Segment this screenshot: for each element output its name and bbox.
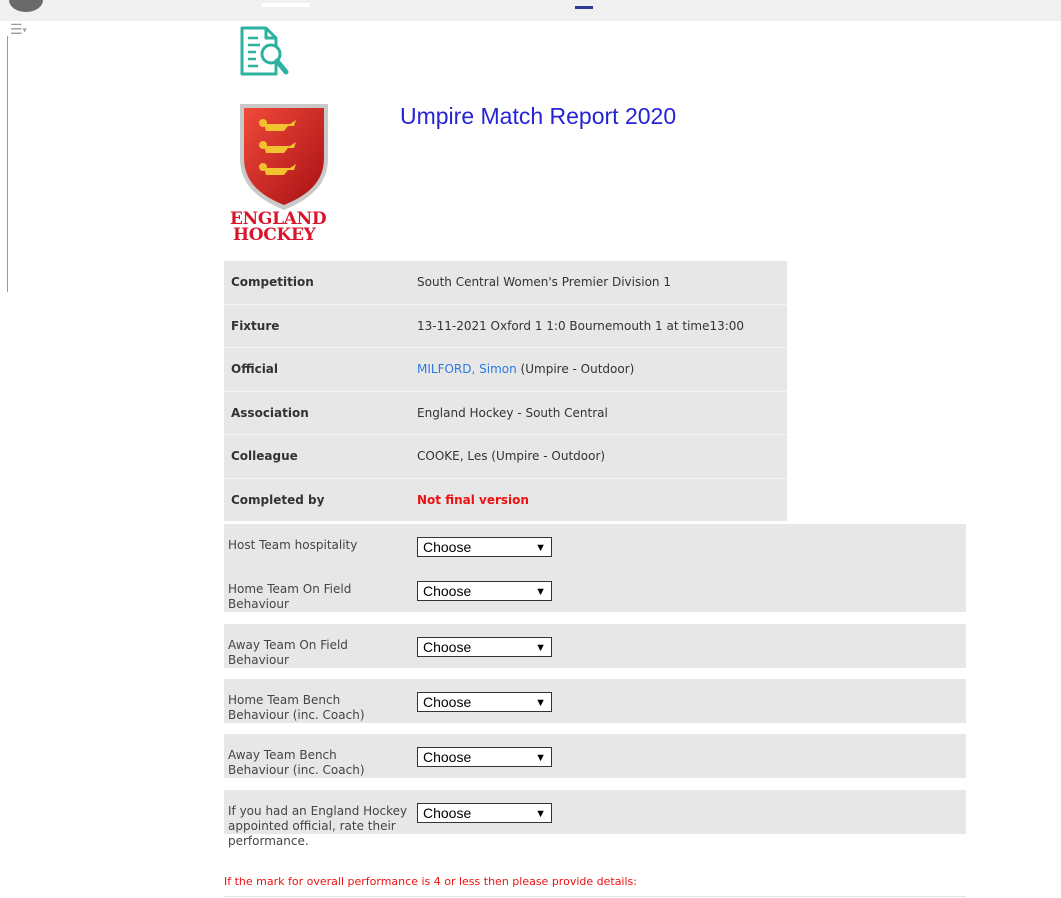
select-value: Choose bbox=[423, 639, 472, 655]
home-bench-behaviour-select[interactable]: Choose ▼ bbox=[417, 692, 552, 712]
question-home-bench-behaviour: Home Team Bench Behaviour (inc. Coach) C… bbox=[224, 679, 966, 723]
match-details-table: Competition South Central Women's Premie… bbox=[224, 261, 787, 521]
logo-text-hockey: HOCKEY bbox=[233, 225, 316, 245]
toolbar-tab[interactable] bbox=[262, 3, 310, 7]
away-field-behaviour-select[interactable]: Choose ▼ bbox=[417, 637, 552, 657]
details-label: Fixture bbox=[231, 318, 280, 333]
chevron-down-icon: ▼ bbox=[535, 542, 546, 554]
details-label: Official bbox=[231, 362, 279, 377]
select-value: Choose bbox=[423, 749, 472, 765]
chevron-down-icon: ▼ bbox=[535, 697, 546, 709]
question-label: Away Team On Field Behaviour bbox=[228, 638, 348, 667]
left-divider bbox=[7, 36, 8, 292]
question-away-bench-behaviour: Away Team Bench Behaviour (inc. Coach) C… bbox=[224, 734, 966, 778]
question-label: Home Team On Field Behaviour bbox=[228, 582, 352, 611]
details-row-association: Association England Hockey - South Centr… bbox=[224, 392, 787, 435]
toolbar-avatar[interactable] bbox=[9, 0, 43, 12]
select-value: Choose bbox=[423, 694, 472, 710]
question-away-field-behaviour: Away Team On Field Behaviour Choose ▼ bbox=[224, 624, 966, 668]
details-label: Association bbox=[231, 405, 309, 420]
details-textarea-edge[interactable] bbox=[224, 896, 966, 897]
logo-wordmark: ENGLAND HOCKEY bbox=[230, 211, 327, 245]
details-value: England Hockey - South Central bbox=[417, 405, 608, 420]
details-label: Colleague bbox=[231, 449, 298, 464]
details-label: Completed by bbox=[231, 492, 325, 507]
host-hospitality-select[interactable]: Choose ▼ bbox=[417, 537, 552, 557]
question-label: If you had an England Hockey appointed o… bbox=[228, 804, 408, 848]
home-field-behaviour-select[interactable]: Choose ▼ bbox=[417, 581, 552, 601]
question-official-performance: If you had an England Hockey appointed o… bbox=[224, 790, 966, 848]
details-value: COOKE, Les (Umpire - Outdoor) bbox=[417, 449, 606, 464]
page-title: Umpire Match Report 2020 bbox=[400, 103, 677, 129]
details-row-colleague: Colleague COOKE, Les (Umpire - Outdoor) bbox=[224, 435, 787, 479]
official-performance-select[interactable]: Choose ▼ bbox=[417, 803, 552, 823]
question-home-field-behaviour: Home Team On Field Behaviour Choose ▼ bbox=[224, 568, 966, 612]
details-row-completed-by: Completed by Not final version bbox=[224, 479, 787, 522]
select-value: Choose bbox=[423, 539, 472, 555]
toolbar-indicator bbox=[575, 6, 593, 9]
select-value: Choose bbox=[423, 805, 472, 821]
details-row-official: Official MILFORD, Simon (Umpire - Outdoo… bbox=[224, 348, 787, 392]
away-bench-behaviour-select[interactable]: Choose ▼ bbox=[417, 747, 552, 767]
hamburger-menu-icon[interactable]: ☰▾ bbox=[10, 22, 27, 38]
details-value: 13-11-2021 Oxford 1 1:0 Bournemouth 1 at… bbox=[417, 318, 745, 333]
top-toolbar bbox=[0, 0, 1061, 21]
question-label: Home Team Bench Behaviour (inc. Coach) bbox=[228, 693, 365, 722]
official-role: (Umpire - Outdoor) bbox=[516, 362, 635, 377]
question-label: Host Team hospitality bbox=[228, 538, 358, 552]
question-label: Away Team Bench Behaviour (inc. Coach) bbox=[228, 748, 365, 777]
details-row-fixture: Fixture 13-11-2021 Oxford 1 1:0 Bournemo… bbox=[224, 305, 787, 348]
document-search-icon bbox=[240, 26, 289, 76]
select-value: Choose bbox=[423, 583, 472, 599]
performance-details-note: If the mark for overall performance is 4… bbox=[224, 875, 637, 888]
chevron-down-icon: ▼ bbox=[535, 642, 546, 654]
details-label: Competition bbox=[231, 275, 314, 290]
chevron-down-icon: ▼ bbox=[535, 586, 546, 598]
chevron-down-icon: ▼ bbox=[535, 808, 546, 820]
question-host-hospitality: Host Team hospitality Choose ▼ bbox=[224, 524, 966, 568]
details-value: South Central Women's Premier Division 1 bbox=[417, 275, 671, 290]
official-name-link[interactable]: MILFORD, Simon bbox=[417, 362, 517, 376]
chevron-down-icon: ▼ bbox=[535, 752, 546, 764]
details-value: MILFORD, Simon (Umpire - Outdoor) bbox=[417, 362, 634, 376]
details-row-competition: Competition South Central Women's Premie… bbox=[224, 261, 787, 305]
completion-status: Not final version bbox=[417, 492, 529, 507]
